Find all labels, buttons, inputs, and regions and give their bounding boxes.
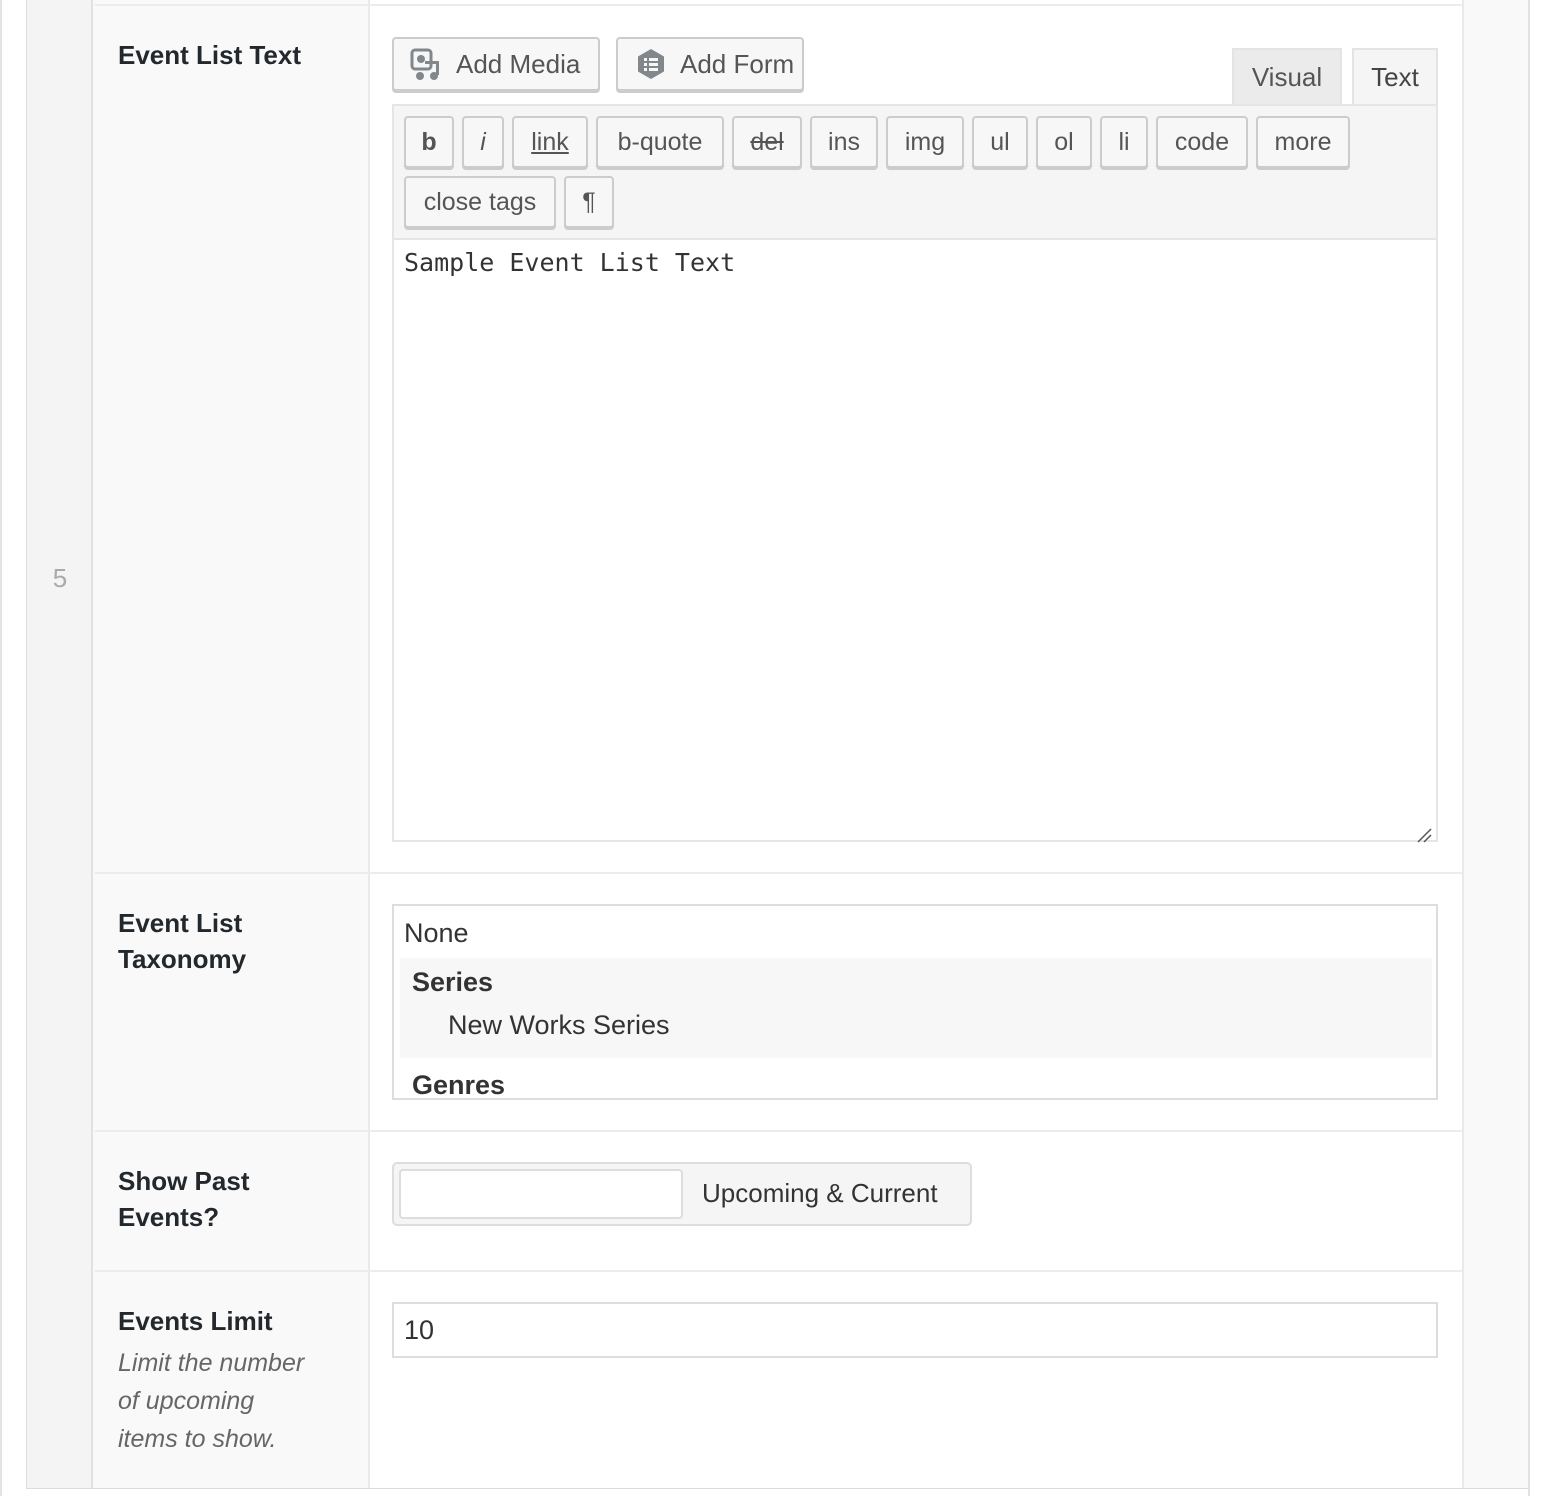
row-divider <box>95 1270 1462 1272</box>
page-right-edge <box>1528 0 1530 1496</box>
past-events-switch[interactable] <box>399 1169 683 1219</box>
taxonomy-select[interactable]: None Series New Works Series Genres <box>392 904 1438 1100</box>
quicktag-link-button[interactable]: link <box>512 116 588 168</box>
media-icon <box>410 47 444 81</box>
tab-text[interactable]: Text <box>1352 48 1438 105</box>
quicktag-close-tags-button[interactable]: close tags <box>404 176 556 228</box>
row-divider <box>95 1130 1462 1132</box>
row-number: 5 <box>52 563 68 593</box>
editor-content: Sample Event List Text <box>404 248 736 277</box>
events-limit-description: Limit the number of upcoming items to sh… <box>118 1344 304 1458</box>
taxonomy-label-line2: Taxonomy <box>118 944 247 974</box>
row-divider <box>95 872 1462 874</box>
tab-visual[interactable]: Visual <box>1232 48 1342 105</box>
past-events-label-line1: Show Past <box>118 1166 250 1196</box>
form-icon <box>634 47 668 81</box>
quicktags-toolbar: b i link b-quote del ins img ul ol li co… <box>394 106 1436 240</box>
add-media-button[interactable]: Add Media <box>392 37 600 91</box>
row-actions-gutter <box>1462 0 1528 1488</box>
event-list-text-label: Event List Text <box>118 40 302 70</box>
quicktag-ul-button[interactable]: ul <box>972 116 1028 168</box>
optgroup-label-series: Series <box>412 967 494 997</box>
past-events-label-line2: Events? <box>118 1202 220 1232</box>
events-limit-label: Events Limit <box>118 1306 273 1336</box>
events-limit-input[interactable]: 10 <box>392 1302 1438 1358</box>
row-handle[interactable]: 5 <box>27 0 93 1488</box>
editor-textarea[interactable]: Sample Event List Text <box>394 240 1436 843</box>
description-line: items to show. <box>118 1425 277 1453</box>
quicktag-ins-button[interactable]: ins <box>810 116 878 168</box>
past-events-option-label: Upcoming & Current <box>702 1178 938 1208</box>
text-editor: b i link b-quote del ins img ul ol li co… <box>392 104 1438 843</box>
add-media-label: Add Media <box>456 48 581 79</box>
quicktag-more-button[interactable]: more <box>1256 116 1350 168</box>
show-past-events-toggle[interactable]: Upcoming & Current <box>392 1162 972 1226</box>
optgroup-label-genres: Genres <box>412 1070 506 1100</box>
taxonomy-option-new-works-series[interactable]: New Works Series <box>448 1010 670 1041</box>
description-line: Limit the number <box>118 1349 305 1377</box>
quicktag-del-button[interactable]: del <box>732 116 802 168</box>
page-left-edge <box>0 0 2 1496</box>
quicktag-italic-button[interactable]: i <box>462 116 504 168</box>
taxonomy-optgroup-series: Series New Works Series <box>400 958 1432 1058</box>
quicktag-code-button[interactable]: code <box>1156 116 1248 168</box>
label-column <box>95 0 370 1488</box>
events-limit-value: 10 <box>404 1315 435 1345</box>
resize-handle-icon[interactable] <box>1416 820 1432 843</box>
quicktag-paragraph-button[interactable]: ¶ <box>564 176 614 228</box>
taxonomy-label-line1: Event List <box>118 908 243 938</box>
quicktag-ol-button[interactable]: ol <box>1036 116 1092 168</box>
add-form-button[interactable]: Add Form <box>616 37 804 91</box>
description-line: of upcoming <box>118 1387 255 1415</box>
show-past-events-label: Show Past Events? <box>118 1163 249 1235</box>
quicktag-img-button[interactable]: img <box>886 116 964 168</box>
quicktag-blockquote-button[interactable]: b-quote <box>596 116 724 168</box>
add-form-label: Add Form <box>680 48 795 79</box>
taxonomy-option-none[interactable]: None <box>404 918 469 949</box>
row-divider <box>95 4 1462 6</box>
event-list-taxonomy-label: Event List Taxonomy <box>118 905 246 977</box>
quicktag-bold-button[interactable]: b <box>404 116 454 168</box>
quicktag-li-button[interactable]: li <box>1100 116 1148 168</box>
